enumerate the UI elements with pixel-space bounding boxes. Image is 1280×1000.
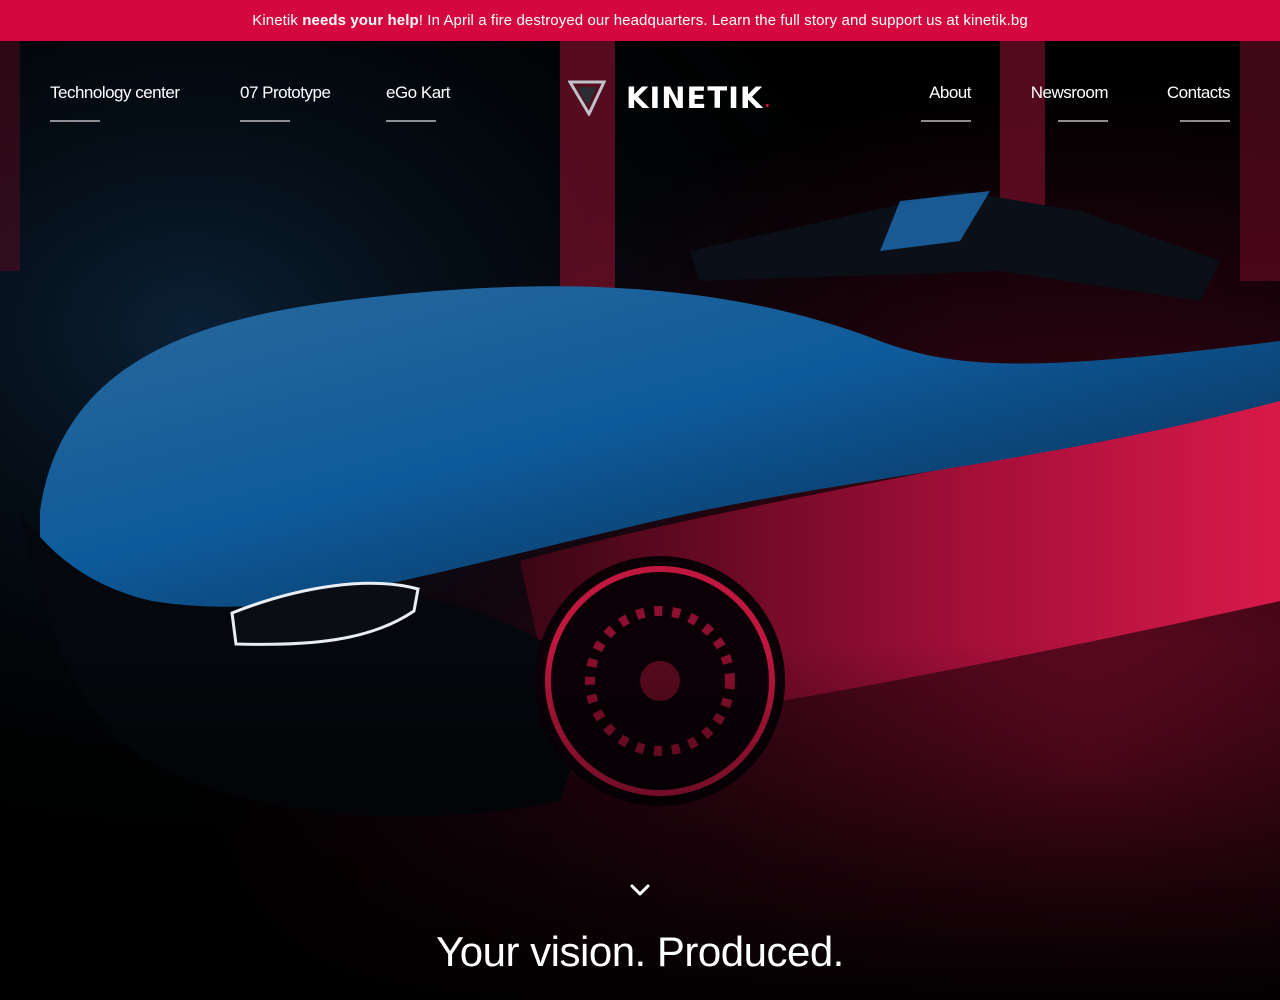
announcement-banner: Kinetik needs your help! In April a fire… [0,0,1280,41]
nav-underline [1058,120,1108,122]
nav-underline [386,120,436,122]
kinetik-logo[interactable]: KINETIK . [568,80,771,116]
triangle-logo-icon [568,80,606,116]
nav-label: Newsroom [1030,83,1109,102]
nav-label: eGo Kart [386,83,451,102]
nav-underline [50,120,100,122]
nav-ego-kart[interactable]: eGo Kart [386,83,451,122]
logo-dot: . [763,82,772,113]
nav-newsroom[interactable]: Newsroom [1030,83,1109,122]
nav-label: Technology center [50,83,180,102]
nav-underline [1180,120,1230,122]
nav-underline [240,120,290,122]
nav-about[interactable]: About [921,83,971,122]
nav-underline [921,120,971,122]
nav-label: About [929,83,971,102]
banner-message[interactable]: ! In April a fire destroyed our headquar… [419,12,1028,29]
nav-label: 07 Prototype [240,83,331,102]
hero-car-image [0,41,1280,1000]
chevron-down-icon[interactable] [628,880,652,900]
banner-brand: Kinetik [252,12,298,29]
logo-wordmark: KINETIK [626,81,764,115]
hero-tagline: Your vision. Produced. [436,928,844,975]
hero-section [0,41,1280,1000]
nav-technology-center[interactable]: Technology center [50,83,180,122]
nav-contacts[interactable]: Contacts [1166,83,1231,122]
nav-label: Contacts [1166,83,1231,102]
nav-07-prototype[interactable]: 07 Prototype [240,83,331,122]
banner-emphasis: needs your help [302,12,419,29]
